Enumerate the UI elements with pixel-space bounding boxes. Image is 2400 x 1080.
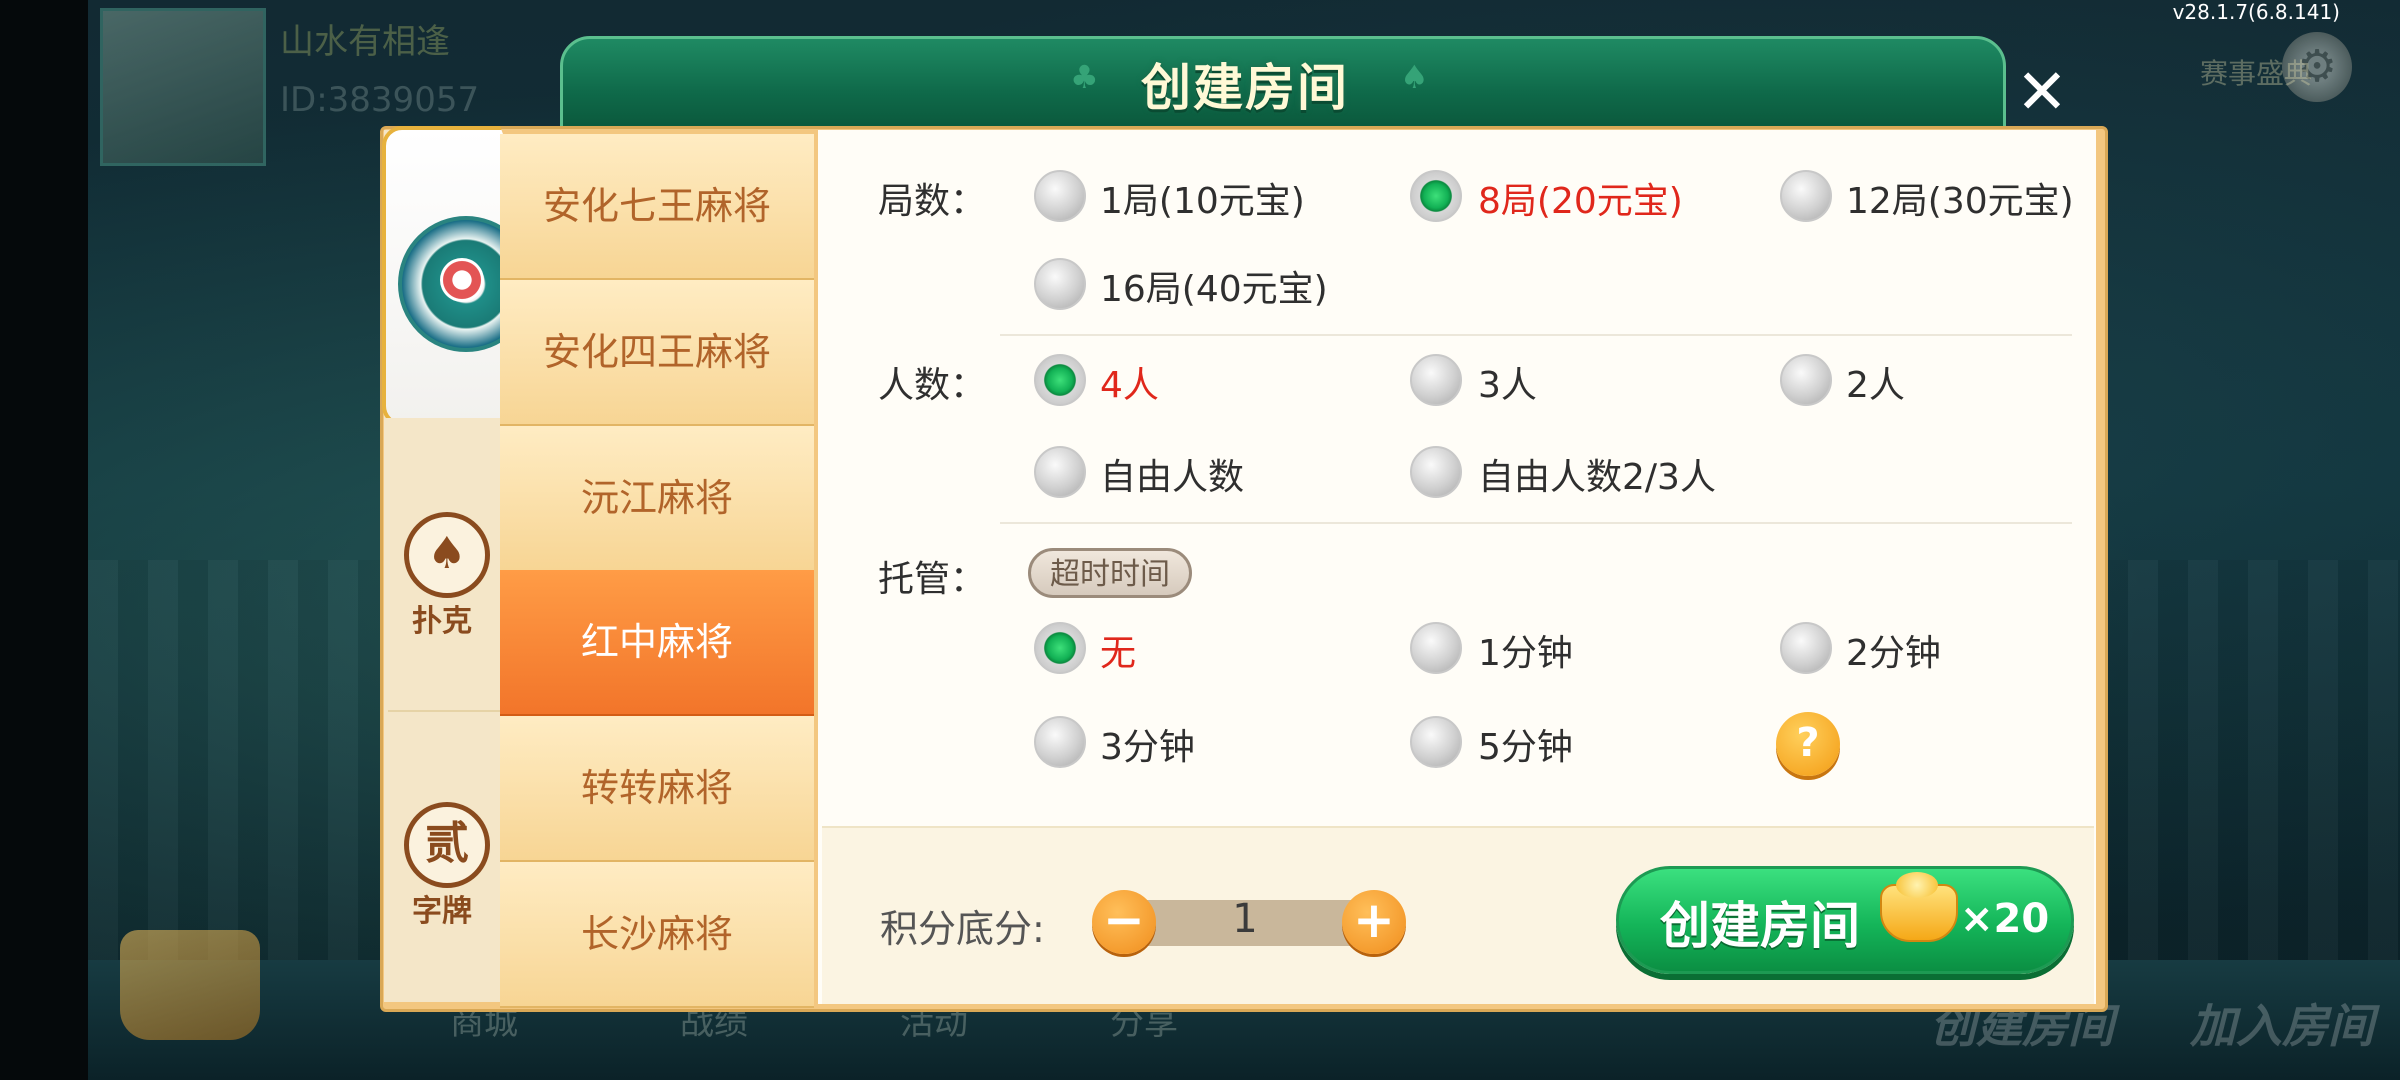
left-edge bbox=[0, 0, 88, 1080]
gold-ingot-top bbox=[1896, 872, 1938, 898]
radio-players-free[interactable] bbox=[1034, 446, 1086, 498]
players-option-free-23[interactable]: 自由人数2/3人 bbox=[1478, 448, 1716, 500]
radio-rounds-8[interactable] bbox=[1410, 170, 1462, 222]
zipai-icon[interactable]: 贰 bbox=[404, 802, 490, 888]
auto-option-2min[interactable]: 2分钟 bbox=[1846, 624, 1941, 676]
event-label: 赛事盛典 bbox=[2200, 57, 2313, 90]
radio-auto-2min[interactable] bbox=[1780, 622, 1832, 674]
game-item-anhua-qiwang[interactable]: 安化七王麻将 bbox=[500, 134, 814, 280]
create-cost: ×20 bbox=[1960, 896, 2050, 942]
help-icon[interactable]: ? bbox=[1776, 712, 1840, 776]
score-value: 1 bbox=[1232, 896, 1258, 942]
auto-option-1min[interactable]: 1分钟 bbox=[1478, 624, 1573, 676]
radio-players-2[interactable] bbox=[1780, 354, 1832, 406]
spade-icon[interactable]: ♠ bbox=[404, 512, 490, 598]
players-option-4[interactable]: 4人 bbox=[1100, 356, 1159, 408]
category-zipai-label[interactable]: 字牌 bbox=[384, 886, 500, 930]
score-label: 积分底分: bbox=[880, 907, 1045, 951]
rounds-label: 局数： bbox=[878, 181, 987, 222]
radio-auto-1min[interactable] bbox=[1410, 622, 1462, 674]
auto-label: 托管： bbox=[878, 559, 987, 600]
radio-players-3[interactable] bbox=[1410, 354, 1462, 406]
game-item-anhua-siwang[interactable]: 安化四王麻将 bbox=[500, 280, 814, 426]
radio-auto-none[interactable] bbox=[1034, 622, 1086, 674]
category-poker-label[interactable]: 扑克 bbox=[384, 596, 500, 640]
rounds-option-8[interactable]: 8局(20元宝) bbox=[1478, 172, 1683, 224]
players-option-3[interactable]: 3人 bbox=[1478, 356, 1537, 408]
game-item-zhuanzhuan[interactable]: 转转麻将 bbox=[500, 716, 814, 862]
user-id: ID:3839057 bbox=[280, 80, 480, 120]
auto-option-none[interactable]: 无 bbox=[1100, 624, 1136, 676]
auto-option-5min[interactable]: 5分钟 bbox=[1478, 718, 1573, 770]
auto-option-3min[interactable]: 3分钟 bbox=[1100, 718, 1195, 770]
separator bbox=[1000, 522, 2072, 524]
rounds-option-12[interactable]: 12局(30元宝) bbox=[1846, 172, 2074, 224]
timeout-badge: 超时时间 bbox=[1028, 548, 1192, 598]
players-label: 人数： bbox=[878, 365, 987, 406]
game-item-changsha[interactable]: 长沙麻将 bbox=[500, 862, 814, 1008]
players-option-free[interactable]: 自由人数 bbox=[1100, 448, 1244, 500]
plus-button[interactable]: + bbox=[1342, 890, 1406, 954]
radio-auto-5min[interactable] bbox=[1410, 716, 1462, 768]
radio-players-free-23[interactable] bbox=[1410, 446, 1462, 498]
shop-cart-icon bbox=[120, 930, 260, 1040]
rounds-option-16[interactable]: 16局(40元宝) bbox=[1100, 260, 1328, 312]
dialog-title: 创建房间 bbox=[1141, 59, 1349, 117]
rounds-option-1[interactable]: 1局(10元宝) bbox=[1100, 172, 1305, 224]
radio-rounds-12[interactable] bbox=[1780, 170, 1832, 222]
create-room-label[interactable]: 创建房间 bbox=[1660, 886, 1860, 958]
version-label: v28.1.7(6.8.141) bbox=[2172, 0, 2340, 24]
nickname: 山水有相逢 bbox=[280, 22, 450, 62]
game-item-hongzhong[interactable]: 红中麻将 bbox=[500, 570, 814, 716]
radio-players-4[interactable] bbox=[1034, 354, 1086, 406]
minus-button[interactable]: − bbox=[1092, 890, 1156, 954]
radio-rounds-1[interactable] bbox=[1034, 170, 1086, 222]
bg-join-room: 加入房间 bbox=[2190, 999, 2374, 1053]
close-icon[interactable]: ✕ bbox=[2002, 52, 2082, 132]
separator bbox=[1000, 334, 2072, 336]
players-option-2[interactable]: 2人 bbox=[1846, 356, 1905, 408]
radio-rounds-16[interactable] bbox=[1034, 258, 1086, 310]
game-item-yuanjiang[interactable]: 沅江麻将 bbox=[500, 426, 814, 572]
radio-auto-3min[interactable] bbox=[1034, 716, 1086, 768]
avatar bbox=[100, 8, 266, 166]
category-divider bbox=[388, 710, 500, 712]
flower-icon bbox=[440, 258, 484, 302]
